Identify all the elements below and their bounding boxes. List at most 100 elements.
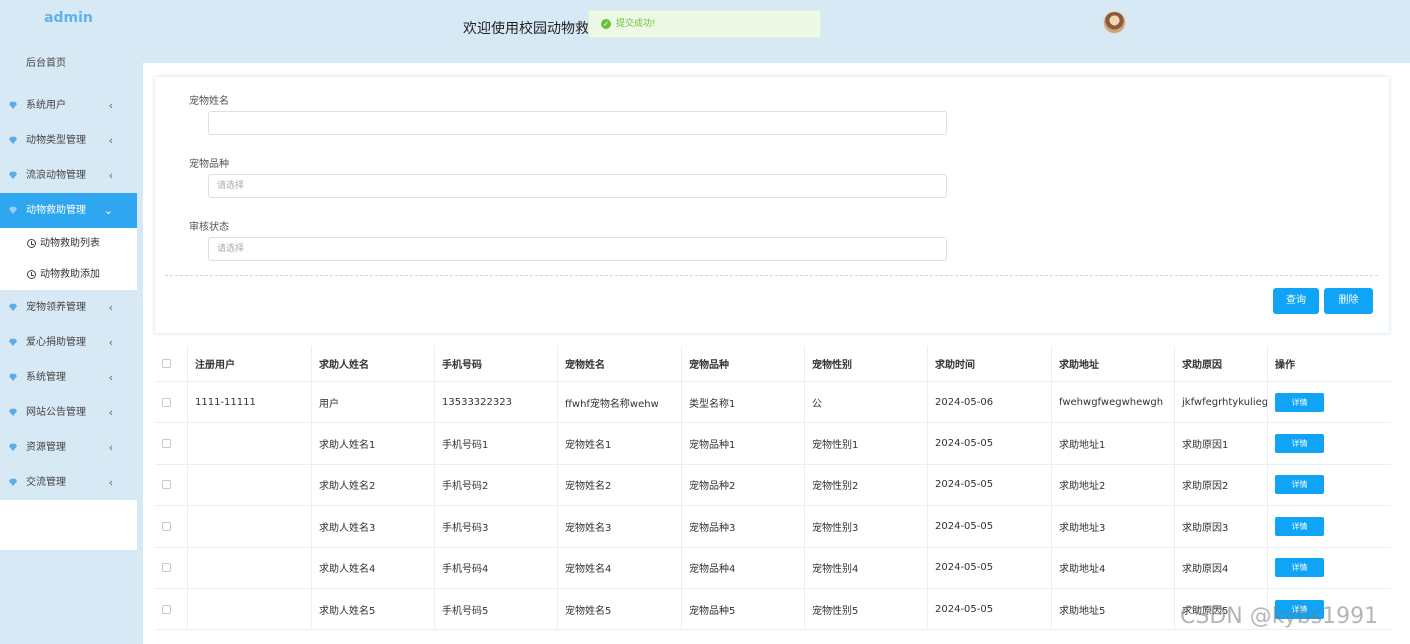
sidebar-item-announcements[interactable]: 网站公告管理 ‹ bbox=[0, 395, 137, 430]
table-cell: 宠物性别5 bbox=[805, 588, 928, 630]
detail-button[interactable]: 详情 bbox=[1275, 516, 1324, 536]
row-checkbox[interactable] bbox=[162, 604, 171, 614]
row-select-cell bbox=[155, 464, 188, 506]
sidebar-item-stray-animals[interactable]: 流浪动物管理 ‹ bbox=[0, 158, 137, 193]
table-cell: 2024-05-05 bbox=[928, 547, 1052, 588]
table-cell: 宠物品种1 bbox=[682, 423, 805, 464]
delete-button[interactable]: 删除 bbox=[1324, 288, 1373, 314]
sidebar-footer bbox=[0, 500, 137, 550]
chevron-left-icon: ‹ bbox=[108, 336, 113, 349]
chevron-down-icon: ⌄ bbox=[103, 204, 113, 217]
detail-button[interactable]: 详情 bbox=[1275, 558, 1324, 578]
sidebar-item-donation[interactable]: 爱心捐助管理 ‹ bbox=[0, 325, 137, 360]
column-header: 手机号码 bbox=[435, 346, 558, 381]
column-header: 宠物品种 bbox=[682, 346, 805, 381]
avatar[interactable] bbox=[1103, 11, 1126, 34]
table-cell: 公 bbox=[805, 382, 928, 423]
table-cell: 宠物性别2 bbox=[805, 464, 928, 506]
detail-button[interactable]: 详情 bbox=[1275, 392, 1324, 412]
detail-button[interactable]: 详情 bbox=[1275, 475, 1324, 495]
clock-icon bbox=[27, 270, 36, 279]
row-checkbox[interactable] bbox=[162, 397, 171, 407]
watermark: CSDN @kybs1991 bbox=[1180, 604, 1379, 629]
diamond-icon bbox=[9, 171, 17, 179]
form-divider bbox=[165, 275, 1378, 276]
sidebar-item-resources[interactable]: 资源管理 ‹ bbox=[0, 430, 137, 465]
table-header-row: 注册用户 求助人姓名 手机号码 宠物姓名 宠物品种 宠物性别 求助时间 求助地址… bbox=[155, 346, 1391, 382]
table-cell: 求助原因4 bbox=[1175, 547, 1268, 588]
submenu-item-label: 动物救助添加 bbox=[40, 269, 100, 280]
table-cell: ffwhf宠物名称wehw bbox=[558, 382, 682, 423]
sidebar-item-label: 资源管理 bbox=[26, 442, 66, 453]
table-cell: 手机号码5 bbox=[435, 588, 558, 630]
submenu-animal-rescue: 动物救助列表 动物救助添加 bbox=[0, 228, 137, 290]
table-cell: 宠物性别1 bbox=[805, 423, 928, 464]
sidebar-item-communication[interactable]: 交流管理 ‹ bbox=[0, 465, 137, 500]
submenu-item-rescue-list[interactable]: 动物救助列表 bbox=[0, 228, 137, 259]
column-header: 宠物性别 bbox=[805, 346, 928, 381]
select-all-cell bbox=[155, 346, 188, 381]
table-cell: 求助人姓名1 bbox=[312, 423, 435, 464]
sidebar-item-system-users[interactable]: 系统用户 ‹ bbox=[0, 88, 137, 123]
review-status-select[interactable]: 请选择 bbox=[208, 237, 947, 261]
column-header: 操作 bbox=[1275, 360, 1295, 371]
action-cell: 详情 bbox=[1268, 506, 1391, 546]
row-checkbox[interactable] bbox=[162, 563, 171, 573]
select-all-checkbox[interactable] bbox=[162, 359, 171, 368]
table-cell: 求助人姓名4 bbox=[312, 547, 435, 588]
check-circle-icon: ✓ bbox=[601, 19, 611, 29]
table-cell: 求助地址1 bbox=[1052, 423, 1175, 464]
app-logo: admin bbox=[44, 10, 93, 26]
column-header: 求助地址 bbox=[1052, 346, 1175, 381]
pet-name-label: 宠物姓名 bbox=[189, 96, 229, 107]
row-checkbox[interactable] bbox=[162, 480, 171, 490]
submenu-item-rescue-add[interactable]: 动物救助添加 bbox=[0, 259, 137, 290]
table-cell: jkfwfegrhtykulieghfghrjt bbox=[1175, 382, 1268, 423]
table-cell: 13533322323 bbox=[435, 382, 558, 423]
sidebar-item-system-manage[interactable]: 系统管理 ‹ bbox=[0, 360, 137, 395]
diamond-icon bbox=[9, 206, 17, 214]
column-header: 宠物姓名 bbox=[558, 346, 682, 381]
table-cell: 求助地址2 bbox=[1052, 464, 1175, 506]
table-cell: 2024-05-05 bbox=[928, 423, 1052, 464]
row-select-cell bbox=[155, 547, 188, 588]
table-cell: 2024-05-05 bbox=[928, 506, 1052, 547]
table-cell: 宠物品种4 bbox=[682, 547, 805, 588]
table-cell bbox=[188, 506, 312, 547]
pet-name-input[interactable] bbox=[208, 111, 947, 135]
submenu-item-label: 动物救助列表 bbox=[40, 238, 100, 249]
query-button[interactable]: 查询 bbox=[1273, 288, 1319, 314]
table-cell: 宠物姓名3 bbox=[558, 506, 682, 547]
row-checkbox[interactable] bbox=[162, 439, 171, 449]
row-select-cell bbox=[155, 423, 188, 464]
table-row: 求助人姓名3 手机号码3 宠物姓名3 宠物品种3 宠物性别3 2024-05-05 求助地址… bbox=[155, 506, 1391, 548]
row-select-cell bbox=[155, 382, 188, 423]
chevron-left-icon: ‹ bbox=[108, 134, 113, 147]
table-cell: 宠物姓名1 bbox=[558, 423, 682, 464]
sidebar-item-adoption[interactable]: 宠物领养管理 ‹ bbox=[0, 290, 137, 325]
table-cell: 求助原因1 bbox=[1175, 423, 1268, 464]
table-row: 求助人姓名2 手机号码2 宠物姓名2 宠物品种2 宠物性别2 2024-05-05 求助地址… bbox=[155, 464, 1391, 507]
table-cell bbox=[188, 464, 312, 506]
chevron-left-icon: ‹ bbox=[108, 476, 113, 489]
chevron-left-icon: ‹ bbox=[108, 371, 113, 384]
detail-button[interactable]: 详情 bbox=[1275, 434, 1324, 454]
table-row: 求助人姓名1 手机号码1 宠物姓名1 宠物品种1 宠物性别1 2024-05-05 求助地址… bbox=[155, 423, 1391, 465]
pet-breed-select[interactable]: 请选择 bbox=[208, 174, 947, 198]
table-cell bbox=[188, 588, 312, 630]
main-content: 宠物姓名 宠物品种 请选择 审核状态 请选择 查询 删除 注册用户 求助人姓名 … bbox=[143, 63, 1410, 644]
table-cell: 宠物品种5 bbox=[682, 588, 805, 630]
chevron-left-icon: ‹ bbox=[108, 99, 113, 112]
diamond-icon bbox=[9, 338, 17, 346]
sidebar-item-home[interactable]: 后台首页 bbox=[0, 40, 137, 88]
sidebar-item-animal-types[interactable]: 动物类型管理 ‹ bbox=[0, 123, 137, 158]
diamond-icon bbox=[9, 136, 17, 144]
row-checkbox[interactable] bbox=[162, 521, 171, 531]
sidebar-item-label: 交流管理 bbox=[26, 477, 66, 488]
sidebar-item-animal-rescue[interactable]: 动物救助管理 ⌄ bbox=[0, 193, 137, 228]
chevron-left-icon: ‹ bbox=[108, 169, 113, 182]
table-cell: 求助人姓名2 bbox=[312, 464, 435, 506]
column-header: 求助时间 bbox=[928, 346, 1052, 381]
sidebar-item-label: 动物类型管理 bbox=[26, 135, 86, 146]
table-cell: 手机号码4 bbox=[435, 547, 558, 588]
